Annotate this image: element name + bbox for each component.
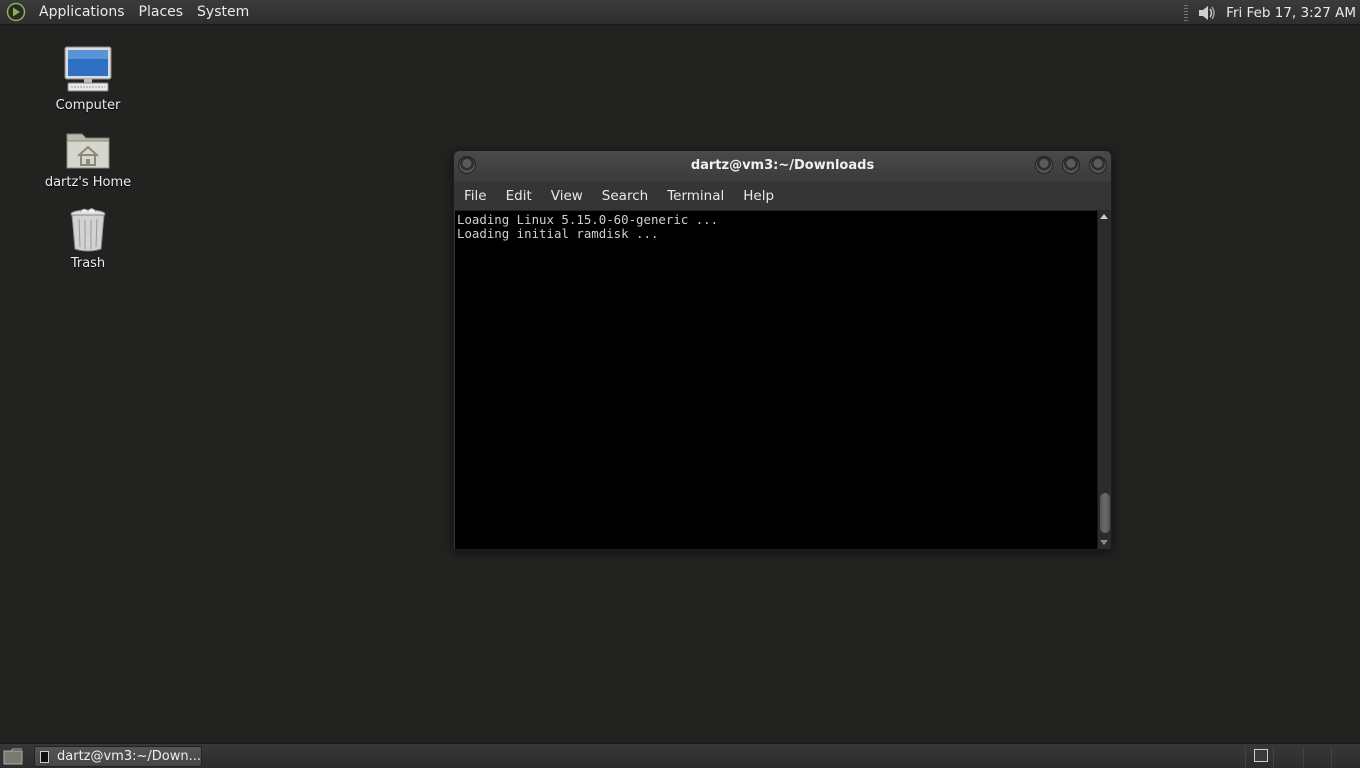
close-button[interactable]	[1089, 156, 1107, 174]
scroll-down-arrow-icon[interactable]	[1100, 540, 1108, 545]
desktop-icon-trash[interactable]: Trash	[28, 207, 148, 271]
terminal-icon	[40, 750, 49, 763]
desktop-icon-home[interactable]: dartz's Home	[28, 128, 148, 190]
menu-view[interactable]: View	[544, 182, 590, 210]
home-folder-icon	[66, 133, 110, 169]
show-desktop-icon[interactable]	[3, 748, 23, 765]
terminal-line: Loading initial ramdisk ...	[457, 226, 659, 241]
menu-edit[interactable]: Edit	[499, 182, 539, 210]
terminal-window: dartz@vm3:~/Downloads File Edit View Sea…	[453, 150, 1112, 550]
scrollbar-thumb[interactable]	[1100, 493, 1110, 533]
panel-separator	[1245, 746, 1246, 767]
menu-help[interactable]: Help	[736, 182, 781, 210]
menu-places[interactable]: Places	[132, 0, 191, 25]
desktop-icon-computer[interactable]: Computer	[28, 45, 148, 113]
trash-icon	[70, 208, 106, 252]
terminal-output[interactable]: Loading Linux 5.15.0-60-generic ... Loadi…	[455, 210, 1097, 549]
panel-grip	[1184, 4, 1189, 21]
gnome-menu-icon[interactable]	[6, 2, 26, 22]
scroll-up-arrow-icon[interactable]	[1100, 214, 1108, 219]
desktop-icon-label: Trash	[70, 256, 106, 271]
menu-system[interactable]: System	[190, 0, 256, 25]
menu-terminal[interactable]: Terminal	[660, 182, 731, 210]
menu-file[interactable]: File	[457, 182, 494, 210]
window-title: dartz@vm3:~/Downloads	[690, 158, 875, 173]
menu-search[interactable]: Search	[595, 182, 655, 210]
workspace-2[interactable]	[1273, 746, 1303, 767]
terminal-line: Loading Linux 5.15.0-60-generic ...	[457, 212, 719, 227]
taskbar-terminal-button[interactable]: dartz@vm3:~/Down...	[34, 746, 202, 767]
desktop-icon-label: dartz's Home	[44, 175, 132, 190]
taskbar-label: dartz@vm3:~/Down...	[57, 749, 201, 764]
clock[interactable]: Fri Feb 17, 3:27 AM	[1226, 5, 1356, 21]
menu-applications[interactable]: Applications	[32, 0, 132, 25]
minimize-button[interactable]	[1035, 156, 1053, 174]
maximize-button[interactable]	[1062, 156, 1080, 174]
workspace-4[interactable]	[1331, 746, 1360, 767]
terminal-scrollbar[interactable]	[1097, 210, 1111, 549]
bottom-panel: dartz@vm3:~/Down...	[0, 743, 1360, 768]
window-menubar: File Edit View Search Terminal Help	[454, 182, 1111, 210]
desktop-icon-label: Computer	[55, 98, 121, 113]
window-titlebar[interactable]: dartz@vm3:~/Downloads	[454, 151, 1111, 182]
speaker-icon[interactable]	[1196, 3, 1218, 23]
workspace-3[interactable]	[1303, 746, 1331, 767]
computer-icon	[64, 46, 112, 92]
workspace-switcher[interactable]	[1254, 749, 1268, 762]
top-panel: Applications Places System Fri Feb 17, 3…	[0, 0, 1360, 25]
